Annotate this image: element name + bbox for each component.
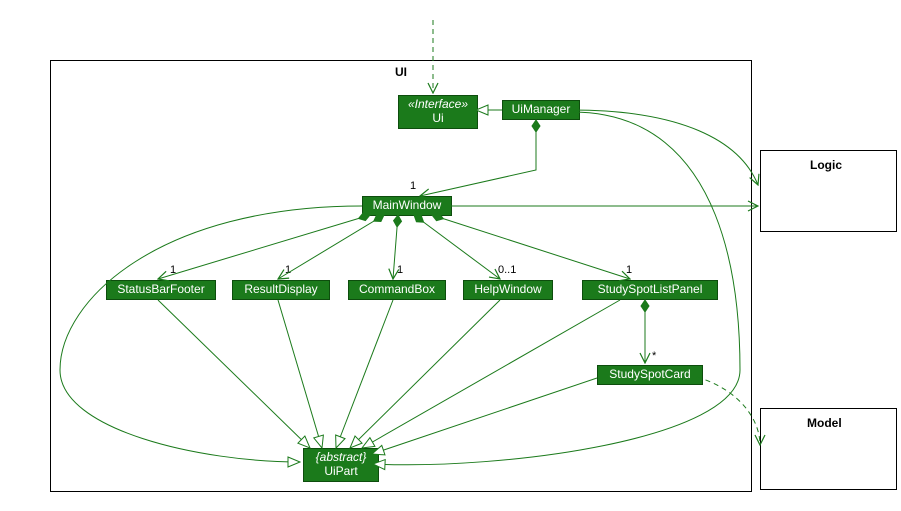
class-mainwindow-name: MainWindow [373, 198, 442, 212]
mult-mainwindow: 1 [410, 180, 416, 192]
class-ui-interface-name: Ui [432, 111, 443, 125]
package-logic-label: Logic [810, 158, 842, 172]
class-commandbox: CommandBox [348, 280, 446, 300]
class-studyspotcard-name: StudySpotCard [609, 367, 690, 381]
class-uimanager-name: UiManager [512, 102, 571, 116]
class-studyspotlistpanel: StudySpotListPanel [582, 280, 718, 300]
class-ui-interface-stereotype: «Interface» [403, 98, 473, 112]
class-studyspotcard: StudySpotCard [597, 365, 703, 385]
mult-resultdisplay: 1 [285, 264, 291, 276]
class-uipart-name: UiPart [324, 464, 357, 478]
class-uipart-stereotype: {abstract} [308, 451, 374, 465]
mult-statusbarfooter: 1 [170, 264, 176, 276]
class-helpwindow-name: HelpWindow [474, 282, 541, 296]
mult-studyspotcard: * [652, 350, 656, 362]
class-statusbarfooter: StatusBarFooter [106, 280, 216, 300]
mult-helpwindow: 0..1 [498, 264, 516, 276]
package-ui-label: UI [395, 65, 407, 79]
class-uimanager: UiManager [502, 100, 580, 120]
class-ui-interface: «Interface» Ui [398, 95, 478, 129]
class-mainwindow: MainWindow [362, 196, 452, 216]
class-uipart: {abstract} UiPart [303, 448, 379, 482]
mult-studyspotlistpanel: 1 [626, 264, 632, 276]
class-helpwindow: HelpWindow [463, 280, 553, 300]
class-resultdisplay: ResultDisplay [232, 280, 330, 300]
class-statusbarfooter-name: StatusBarFooter [117, 282, 204, 296]
mult-commandbox: 1 [397, 264, 403, 276]
uml-canvas: UI Logic Model «Interface» Ui UiManager … [0, 0, 901, 511]
class-studyspotlistpanel-name: StudySpotListPanel [598, 282, 703, 296]
package-model-label: Model [807, 416, 842, 430]
class-commandbox-name: CommandBox [359, 282, 435, 296]
class-resultdisplay-name: ResultDisplay [244, 282, 317, 296]
